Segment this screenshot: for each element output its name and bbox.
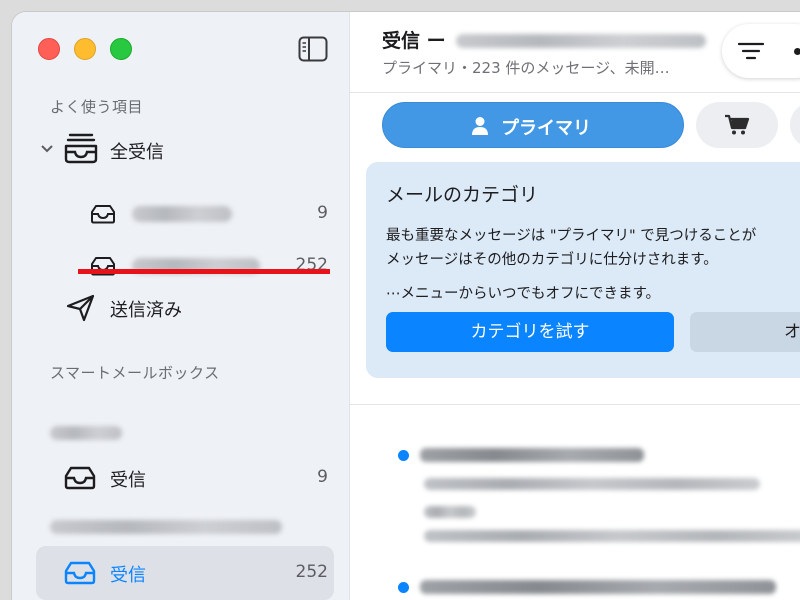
person-icon — [472, 117, 488, 135]
try-categories-button[interactable]: カテゴリを試す — [386, 312, 674, 352]
chevron-down-icon[interactable] — [40, 144, 54, 154]
filter-icon[interactable] — [738, 42, 764, 60]
tab-primary[interactable]: プライマリ — [382, 102, 684, 148]
unread-dot — [398, 450, 409, 461]
stacked-inbox-icon — [64, 133, 98, 164]
redacted-preview — [424, 506, 476, 518]
card-title: メールのカテゴリ — [386, 184, 539, 206]
sidebar-item-all-inboxes[interactable]: 全受信 — [12, 128, 350, 172]
sidebar-item-label: 受信 — [110, 470, 146, 491]
toolbar-group — [722, 24, 800, 78]
tab-shopping[interactable] — [696, 102, 778, 148]
mailbox-header: 受信 ー プライマリ・223 件のメッセージ、未開… — [382, 26, 707, 78]
favorites-header: よく使う項目 — [50, 98, 144, 116]
inbox-tray-icon — [64, 466, 96, 490]
sidebar-item-account-2[interactable]: 252 — [12, 244, 350, 288]
card-description-line: メッセージはその他のカテゴリに仕分けされます。 — [386, 252, 718, 268]
mailbox-subtitle: プライマリ・223 件のメッセージ、未開… — [382, 59, 670, 77]
zoom-window-button[interactable] — [110, 38, 132, 60]
mailbox-title: 受信 ー — [382, 26, 707, 53]
mailbox-title-text: 受信 ー — [382, 30, 446, 52]
sidebar-item-account-1[interactable]: 9 — [12, 192, 350, 236]
highlight-underline — [78, 269, 330, 274]
sidebar-item-label: 受信 — [110, 565, 146, 586]
header-divider — [350, 92, 800, 93]
unread-dot — [398, 582, 409, 593]
mail-window: よく使う項目 全受信 9 252 送信済み スマートメールボックス 受信 9 受… — [12, 12, 800, 600]
sidebar-item-label: 全受信 — [110, 142, 164, 163]
more-icon[interactable] — [794, 48, 800, 55]
inbox-tray-icon — [64, 561, 96, 585]
sidebar-item-sent[interactable]: 送信済み — [12, 286, 350, 330]
card-hint-line: ⋯メニューからいつでもオフにできます。 — [386, 286, 661, 302]
categories-info-card: メールのカテゴリ 最も重要なメッセージは "プライマリ" で見つけることが メッ… — [366, 162, 800, 378]
redacted-subject — [424, 478, 760, 490]
card-description-line: 最も重要なメッセージは "プライマリ" で見つけることが — [386, 228, 757, 244]
tab-primary-label: プライマリ — [501, 118, 591, 139]
close-window-button[interactable] — [38, 38, 60, 60]
redacted-sender — [420, 580, 776, 594]
redacted-account-email — [50, 520, 282, 534]
message-list-pane: 受信 ー プライマリ・223 件のメッセージ、未開… プライマリ メールのカテゴ… — [350, 12, 800, 600]
unread-count: 9 — [317, 203, 328, 223]
unread-count: 252 — [295, 562, 328, 582]
sidebar-item-inbox-b[interactable]: 受信 252 — [12, 551, 350, 595]
sidebar-item-label: 送信済み — [110, 300, 182, 321]
inbox-tray-icon — [91, 205, 115, 224]
card-divider — [350, 404, 800, 405]
sidebar-toggle-icon[interactable] — [298, 36, 328, 62]
sidebar: よく使う項目 全受信 9 252 送信済み スマートメールボックス 受信 9 受… — [12, 12, 350, 600]
sidebar-item-inbox-a[interactable]: 受信 9 — [12, 456, 350, 500]
turn-off-button[interactable]: オ — [690, 312, 800, 352]
redacted-section-name — [50, 426, 122, 440]
redacted-sender — [420, 448, 644, 462]
redacted-account-name — [132, 206, 232, 222]
redacted-preview — [424, 530, 800, 542]
minimize-window-button[interactable] — [74, 38, 96, 60]
tab-more[interactable] — [790, 102, 800, 148]
paper-plane-icon — [66, 294, 95, 322]
unread-count: 9 — [317, 467, 328, 487]
smart-mailboxes-header: スマートメールボックス — [50, 364, 220, 382]
redacted-email-address — [456, 34, 707, 48]
cart-icon — [725, 114, 750, 135]
